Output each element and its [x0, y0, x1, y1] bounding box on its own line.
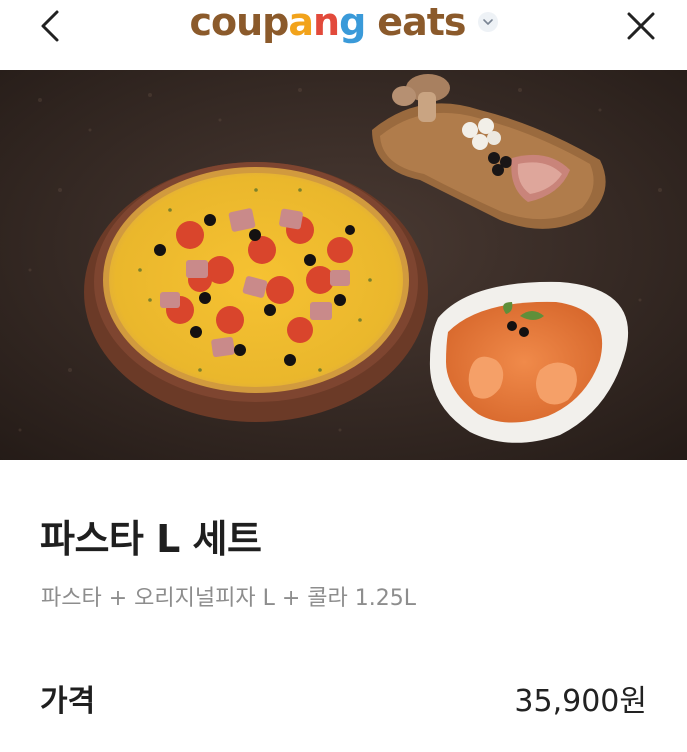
logo-letter: u — [236, 0, 263, 44]
menu-item-title: 파스타 L 세트 — [40, 517, 262, 561]
food-illustration — [0, 70, 687, 460]
logo-letter: a — [402, 0, 428, 44]
logo-letter: o — [211, 0, 237, 44]
menu-item-photo — [0, 70, 687, 460]
top-bar: coupang eats — [0, 0, 687, 70]
service-switch-button[interactable] — [477, 12, 498, 32]
logo-letter: c — [189, 0, 212, 44]
logo-letter: t — [426, 0, 445, 44]
logo-letter: n — [313, 0, 340, 44]
menu-item-details: 파스타 L 세트 파스타 + 오리지널피자 L + 콜라 1.25L 가격 35… — [0, 460, 687, 752]
logo-letter: p — [262, 0, 289, 44]
logo-letter: e — [377, 0, 403, 44]
price-value: 35,900원 — [514, 684, 647, 719]
logo-letter: g — [339, 0, 366, 44]
logo-letter: a — [288, 0, 314, 44]
chevron-down-icon — [482, 19, 493, 25]
menu-item-description: 파스타 + 오리지널피자 L + 콜라 1.25L — [41, 586, 416, 611]
close-button[interactable] — [621, 6, 661, 46]
price-label: 가격 — [40, 684, 96, 719]
logo-letter: s — [443, 0, 467, 44]
logo-wordmark: coupang eats — [189, 0, 467, 44]
coupang-eats-logo: coupang eats — [0, 0, 687, 44]
close-icon — [627, 12, 655, 40]
